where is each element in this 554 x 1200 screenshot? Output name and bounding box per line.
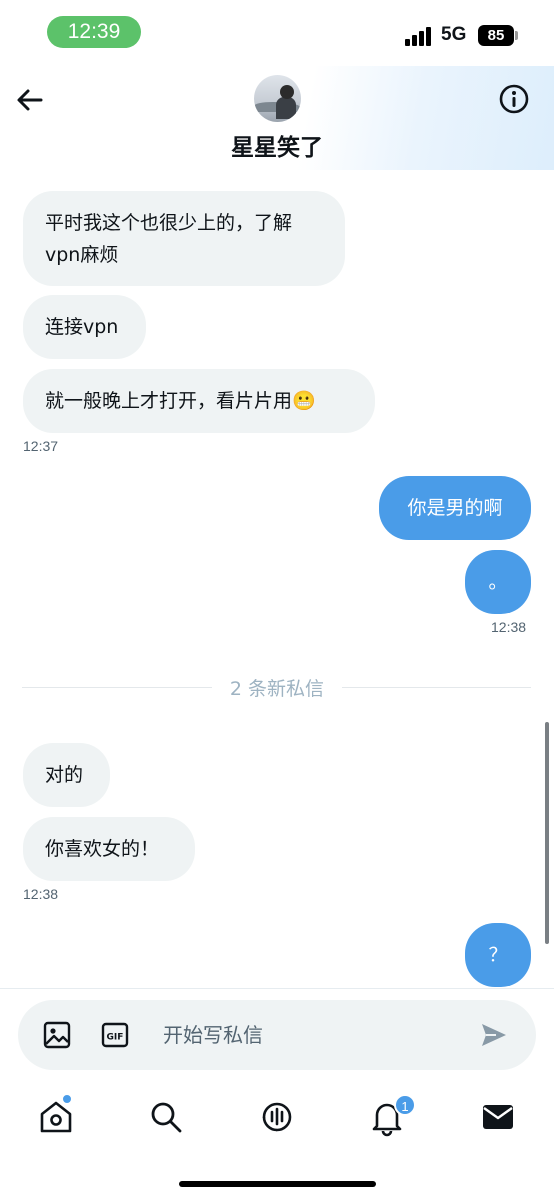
incoming-message[interactable]: 就一般晚上才打开，看片片用😬 xyxy=(23,369,375,433)
incoming-message[interactable]: 你喜欢女的！ xyxy=(23,817,195,881)
back-button[interactable] xyxy=(14,84,46,116)
send-button[interactable] xyxy=(478,1020,510,1050)
message-text: vpn麻烦 xyxy=(45,244,119,266)
message-timestamp: 12:37 xyxy=(23,438,59,454)
image-icon xyxy=(43,1021,71,1049)
message-text: 平时我这个也很少上的，了解 xyxy=(45,212,293,234)
signal-icon xyxy=(405,26,435,46)
message-text: 就一般晚上才打开，看片片用😬 xyxy=(45,390,316,412)
nav-search[interactable] xyxy=(146,1097,186,1137)
message-input[interactable] xyxy=(163,1018,463,1052)
bottom-navigation xyxy=(0,1085,554,1149)
send-icon xyxy=(482,1024,506,1046)
svg-text:GIF: GIF xyxy=(107,1033,124,1043)
avatar[interactable] xyxy=(254,75,301,122)
incoming-message[interactable]: 连接vpn xyxy=(23,295,146,359)
message-text: 你是男的啊 xyxy=(407,497,503,519)
status-time: 12:39 xyxy=(47,16,141,48)
add-gif-button[interactable]: GIF xyxy=(100,1020,130,1050)
scrollbar[interactable] xyxy=(545,722,549,944)
outgoing-message[interactable]: ？ xyxy=(465,923,531,987)
spaces-icon xyxy=(262,1102,292,1132)
info-icon xyxy=(499,84,529,114)
contact-name[interactable]: 星星笑了 xyxy=(0,128,554,162)
message-timestamp: 12:38 xyxy=(491,619,527,635)
battery-icon: 85 xyxy=(478,25,514,46)
notifications-badge: 1 xyxy=(394,1094,416,1116)
message-text: 你喜欢女的！ xyxy=(45,838,160,860)
message-text: ？ xyxy=(488,944,508,966)
home-indicator[interactable] xyxy=(179,1181,376,1187)
info-button[interactable] xyxy=(498,83,530,115)
conversation-header: 星星笑了 xyxy=(0,66,554,170)
new-messages-label: 2 条新私信 xyxy=(219,678,335,700)
incoming-message[interactable]: 平时我这个也很少上的，了解 vpn麻烦 xyxy=(23,191,345,286)
outgoing-message[interactable]: 你是男的啊 xyxy=(379,476,531,540)
nav-messages[interactable] xyxy=(478,1097,518,1137)
search-icon xyxy=(151,1102,182,1133)
incoming-message[interactable]: 对的 xyxy=(23,743,110,807)
message-composer: GIF xyxy=(18,1000,536,1070)
message-text: 连接vpn xyxy=(45,316,119,338)
network-type: 5G xyxy=(441,24,467,45)
outgoing-message[interactable]: 。 xyxy=(465,550,531,614)
arrow-left-icon xyxy=(17,89,43,111)
message-timestamp: 12:38 xyxy=(23,886,59,902)
mail-icon xyxy=(483,1105,513,1129)
battery-tip xyxy=(515,31,518,40)
status-bar: 12:39 5G 85 xyxy=(0,0,554,66)
home-new-dot xyxy=(62,1094,72,1104)
add-image-button[interactable] xyxy=(41,1019,73,1051)
message-text: 。 xyxy=(488,571,508,593)
composer-divider xyxy=(0,988,554,989)
message-text: 对的 xyxy=(45,764,84,786)
new-messages-divider: 2 条新私信 xyxy=(0,674,554,701)
gif-icon: GIF xyxy=(101,1022,129,1048)
nav-spaces[interactable] xyxy=(257,1097,297,1137)
